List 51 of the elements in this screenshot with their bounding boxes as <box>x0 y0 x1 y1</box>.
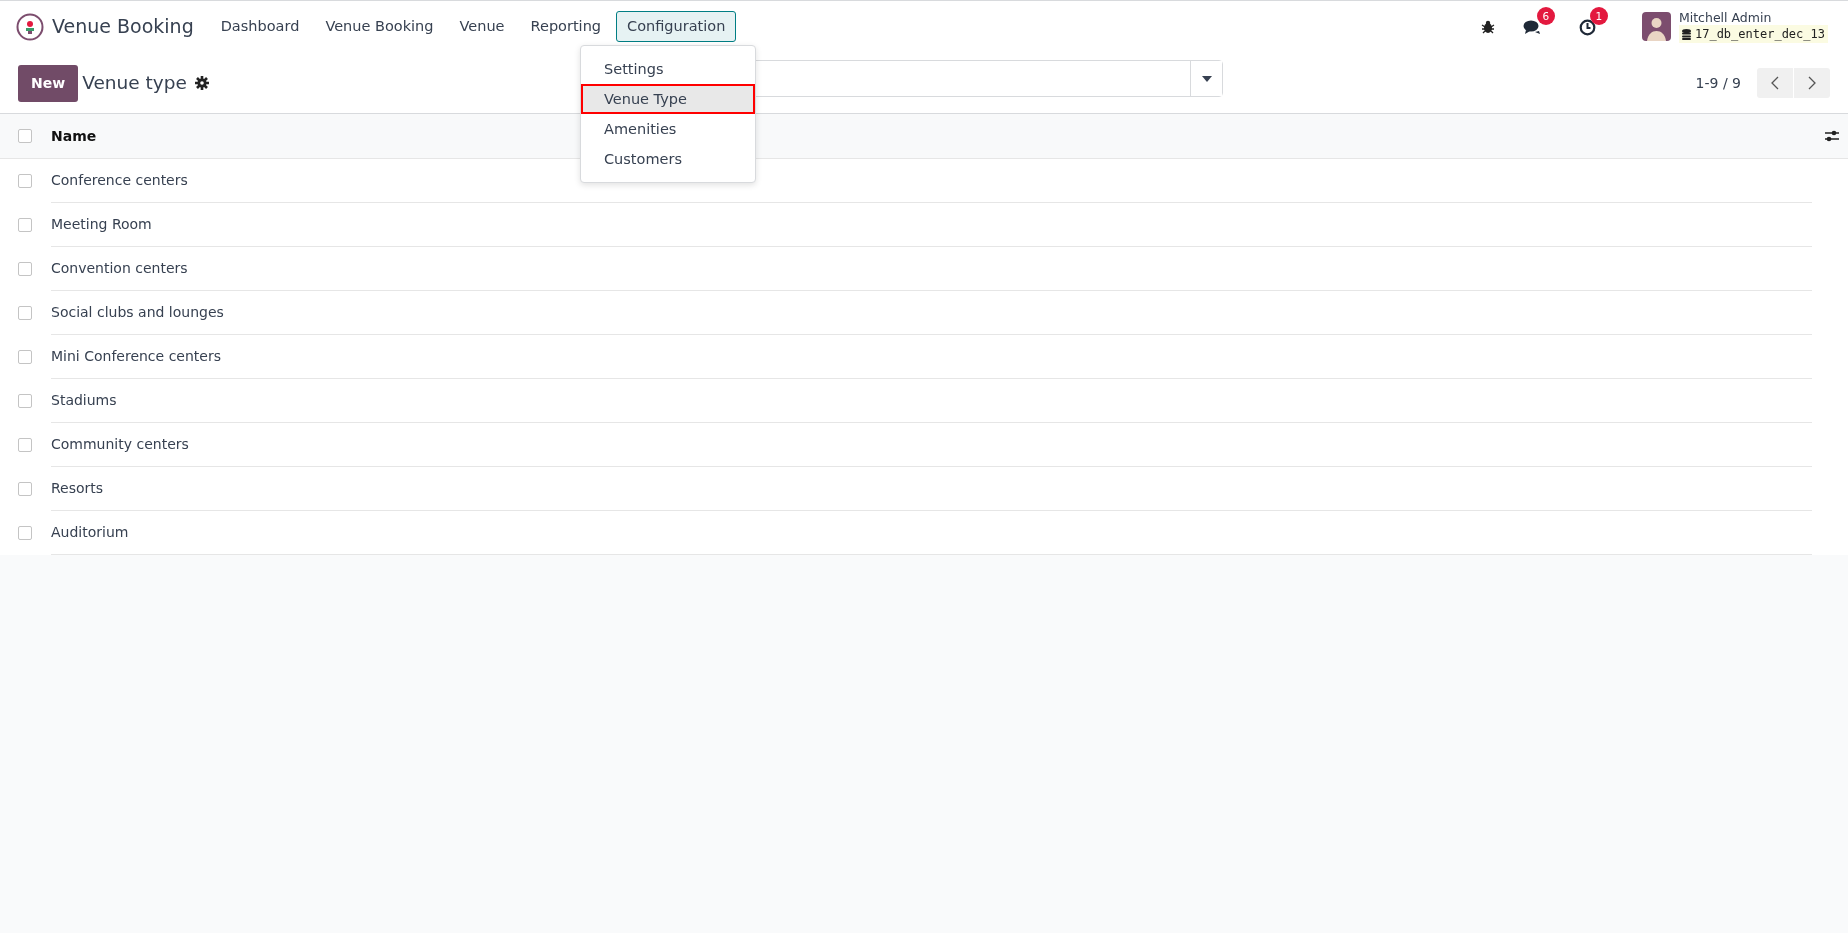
message-count-badge: 6 <box>1536 7 1555 25</box>
next-page-button[interactable] <box>1794 68 1830 98</box>
table-cell-text: Auditorium <box>51 523 129 542</box>
menu-item[interactable]: Reporting <box>519 10 613 43</box>
database-icon <box>1681 28 1691 40</box>
table-cell-text: Convention centers <box>51 259 188 278</box>
row-checkbox[interactable] <box>18 482 32 496</box>
dropdown-item[interactable]: Venue Type <box>581 84 755 114</box>
row-checkbox[interactable] <box>18 526 32 540</box>
row-checkbox[interactable] <box>18 218 32 232</box>
table-cell-text: Mini Conference centers <box>51 347 221 366</box>
app-logo-icon[interactable] <box>16 12 44 41</box>
activity-count-badge: 1 <box>1589 7 1608 25</box>
row-checkbox[interactable] <box>18 394 32 408</box>
table-cell-text: Community centers <box>51 435 189 454</box>
chevron-left-icon <box>1771 76 1779 90</box>
table-cell-text: Conference centers <box>51 171 188 190</box>
row-checkbox[interactable] <box>18 174 32 188</box>
clock-icon[interactable] <box>1578 18 1596 36</box>
dropdown-item[interactable]: Amenities <box>581 114 755 144</box>
column-settings-icon[interactable] <box>1824 129 1840 143</box>
bug-icon[interactable] <box>1480 19 1495 34</box>
column-header[interactable]: Name <box>51 125 97 147</box>
row-checkbox[interactable] <box>18 350 32 364</box>
table-cell-text: Social clubs and lounges <box>51 303 224 322</box>
row-checkbox[interactable] <box>18 262 32 276</box>
page-title: Venue type <box>82 71 187 96</box>
pager-text: 1-9 / 9 <box>1695 73 1741 93</box>
menu-item[interactable]: Venue <box>448 10 516 43</box>
chevron-right-icon <box>1808 76 1816 90</box>
menu-item[interactable]: Venue Booking <box>314 10 445 43</box>
new-button[interactable]: New <box>18 64 79 102</box>
settings-icon[interactable] <box>194 76 209 90</box>
user-name[interactable]: Mitchell Admin <box>1678 10 1828 25</box>
table-cell-text: Meeting Room <box>51 215 152 234</box>
search-options-toggle[interactable] <box>1190 61 1222 96</box>
chat-icon[interactable] <box>1522 19 1543 35</box>
menu-item[interactable]: Configuration <box>616 10 737 43</box>
select-all-checkbox[interactable] <box>18 129 32 143</box>
user-avatar[interactable] <box>1641 12 1671 41</box>
database-name: 17_db_enter_dec_13 <box>1694 26 1825 43</box>
row-checkbox[interactable] <box>18 306 32 320</box>
dropdown-item[interactable]: Settings <box>581 54 755 84</box>
table-cell-text: Stadiums <box>51 391 117 410</box>
app-name[interactable]: Venue Booking <box>52 12 194 41</box>
menu-item[interactable]: Dashboard <box>209 10 311 43</box>
previous-page-button[interactable] <box>1757 68 1793 98</box>
row-checkbox[interactable] <box>18 438 32 452</box>
dropdown-item[interactable]: Customers <box>581 144 755 174</box>
caret-icon <box>1201 75 1212 82</box>
table-cell-text: Resorts <box>51 479 104 498</box>
